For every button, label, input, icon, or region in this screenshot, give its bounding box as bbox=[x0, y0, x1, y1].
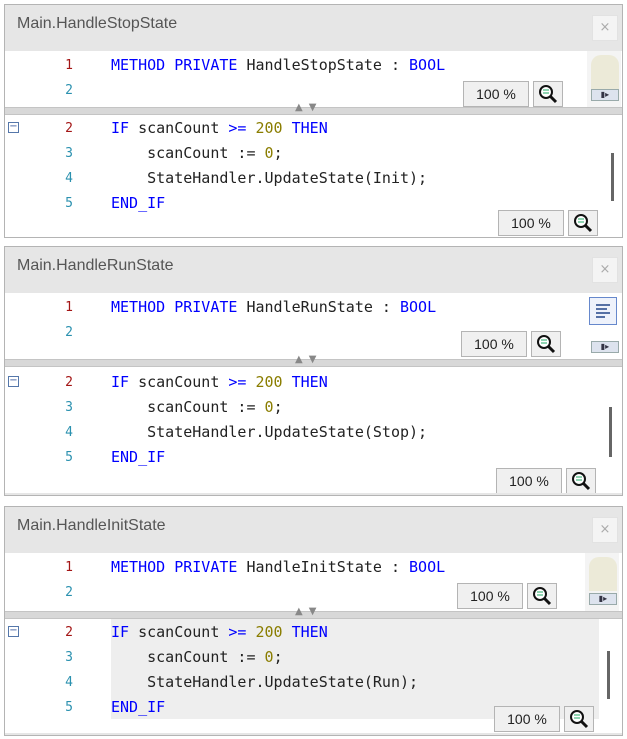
line-number: 4 bbox=[65, 675, 73, 690]
line-number: 2 bbox=[65, 325, 73, 340]
magnifier-icon bbox=[570, 710, 589, 729]
close-button[interactable]: × bbox=[592, 15, 618, 41]
declaration-pane[interactable]: 1 METHOD PRIVATE HandleInitState : BOOL … bbox=[5, 553, 622, 611]
line-number: 3 bbox=[65, 146, 73, 161]
magnifier-icon bbox=[539, 85, 558, 104]
splitter-arrows-icon: ▲▼ bbox=[295, 102, 323, 113]
zoom-dropdown[interactable]: 100 % bbox=[496, 468, 562, 493]
splitter[interactable]: ▲▼ bbox=[5, 606, 622, 619]
zoom-magnifier-button[interactable] bbox=[527, 583, 557, 609]
scroll-tab[interactable]: ▮▸ bbox=[589, 593, 617, 605]
code-line: IF scanCount >= 200 THEN bbox=[111, 373, 328, 391]
window-title: Main.HandleRunState bbox=[17, 257, 174, 274]
line-number: 2 bbox=[65, 375, 73, 390]
line-number: 1 bbox=[65, 300, 73, 315]
line-number: 2 bbox=[65, 625, 73, 640]
scroll-tab[interactable]: ▮▸ bbox=[591, 89, 619, 101]
magnifier-icon bbox=[574, 214, 593, 233]
implementation-pane[interactable]: − 2 IF scanCount >= 200 THEN 3 scanCount… bbox=[5, 619, 622, 733]
code-line: StateHandler.UpdateState(Run); bbox=[111, 673, 419, 691]
magnifier-icon bbox=[533, 587, 552, 606]
zoom-dropdown[interactable]: 100 % bbox=[457, 583, 523, 609]
scroll-tab[interactable]: ▮▸ bbox=[591, 341, 619, 353]
zoom-dropdown[interactable]: 100 % bbox=[494, 706, 560, 732]
line-number: 5 bbox=[65, 196, 73, 211]
code-line: StateHandler.UpdateState(Stop); bbox=[111, 423, 428, 441]
zoom-magnifier-button[interactable] bbox=[531, 331, 561, 357]
splitter-arrows-icon: ▲▼ bbox=[295, 606, 323, 617]
code-line: scanCount := 0; bbox=[111, 144, 283, 162]
zoom-magnifier-button[interactable] bbox=[533, 81, 563, 107]
zoom-magnifier-button[interactable] bbox=[564, 706, 594, 732]
line-number: 4 bbox=[65, 425, 73, 440]
close-button[interactable]: × bbox=[592, 517, 618, 543]
line-number: 5 bbox=[65, 700, 73, 715]
splitter[interactable]: ▲▼ bbox=[5, 102, 622, 115]
code-line: METHOD PRIVATE HandleInitState : BOOL bbox=[111, 558, 446, 576]
magnifier-icon bbox=[572, 472, 591, 491]
line-number: 5 bbox=[65, 450, 73, 465]
editor-window-stop: Main.HandleStopState × 1 METHOD PRIVATE … bbox=[4, 4, 623, 238]
code-line: METHOD PRIVATE HandleStopState : BOOL bbox=[111, 56, 446, 74]
list-view-button[interactable] bbox=[589, 297, 617, 325]
line-number: 2 bbox=[65, 83, 73, 98]
splitter[interactable]: ▲▼ bbox=[5, 354, 622, 367]
declaration-scroll-area[interactable]: ▮▸ bbox=[587, 51, 621, 107]
splitter-arrows-icon: ▲▼ bbox=[295, 354, 323, 365]
line-number: 1 bbox=[65, 58, 73, 73]
code-line: IF scanCount >= 200 THEN bbox=[111, 119, 328, 137]
editor-window-init: Main.HandleInitState × 1 METHOD PRIVATE … bbox=[4, 506, 623, 736]
close-button[interactable]: × bbox=[592, 257, 618, 283]
editor-window-run: Main.HandleRunState × 1 METHOD PRIVATE H… bbox=[4, 246, 623, 496]
zoom-dropdown[interactable]: 100 % bbox=[463, 81, 529, 107]
declaration-pane[interactable]: 1 METHOD PRIVATE HandleStopState : BOOL … bbox=[5, 51, 622, 107]
line-number: 2 bbox=[65, 121, 73, 136]
fold-toggle-icon[interactable]: − bbox=[8, 376, 19, 387]
list-view-icon bbox=[596, 304, 610, 318]
code-line: METHOD PRIVATE HandleRunState : BOOL bbox=[111, 298, 437, 316]
zoom-dropdown[interactable]: 100 % bbox=[498, 210, 564, 236]
window-title: Main.HandleStopState bbox=[17, 15, 178, 32]
magnifier-icon bbox=[537, 335, 556, 354]
vertical-scrollbar[interactable] bbox=[611, 153, 614, 201]
code-line: scanCount := 0; bbox=[111, 398, 283, 416]
line-number: 4 bbox=[65, 171, 73, 186]
code-line: END_IF bbox=[111, 194, 166, 212]
line-number: 3 bbox=[65, 400, 73, 415]
code-line: END_IF bbox=[111, 698, 166, 716]
vertical-scrollbar[interactable] bbox=[609, 407, 612, 457]
line-number: 3 bbox=[65, 650, 73, 665]
implementation-pane[interactable]: − 2 IF scanCount >= 200 THEN 3 scanCount… bbox=[5, 367, 622, 493]
window-title: Main.HandleInitState bbox=[17, 517, 166, 534]
implementation-pane[interactable]: − 2 IF scanCount >= 200 THEN 3 scanCount… bbox=[5, 115, 622, 237]
vertical-scrollbar[interactable] bbox=[607, 651, 610, 699]
line-number: 2 bbox=[65, 585, 73, 600]
fold-toggle-icon[interactable]: − bbox=[8, 122, 19, 133]
fold-toggle-icon[interactable]: − bbox=[8, 626, 19, 637]
zoom-magnifier-button[interactable] bbox=[568, 210, 598, 236]
code-line: StateHandler.UpdateState(Init); bbox=[111, 169, 428, 187]
zoom-dropdown[interactable]: 100 % bbox=[461, 331, 527, 357]
code-line: scanCount := 0; bbox=[111, 648, 283, 666]
declaration-scroll-area[interactable]: ▮▸ bbox=[585, 553, 619, 611]
code-line: IF scanCount >= 200 THEN bbox=[111, 623, 328, 641]
declaration-pane[interactable]: 1 METHOD PRIVATE HandleRunState : BOOL 2… bbox=[5, 293, 622, 359]
code-line: END_IF bbox=[111, 448, 166, 466]
zoom-magnifier-button[interactable] bbox=[566, 468, 596, 493]
line-number: 1 bbox=[65, 560, 73, 575]
